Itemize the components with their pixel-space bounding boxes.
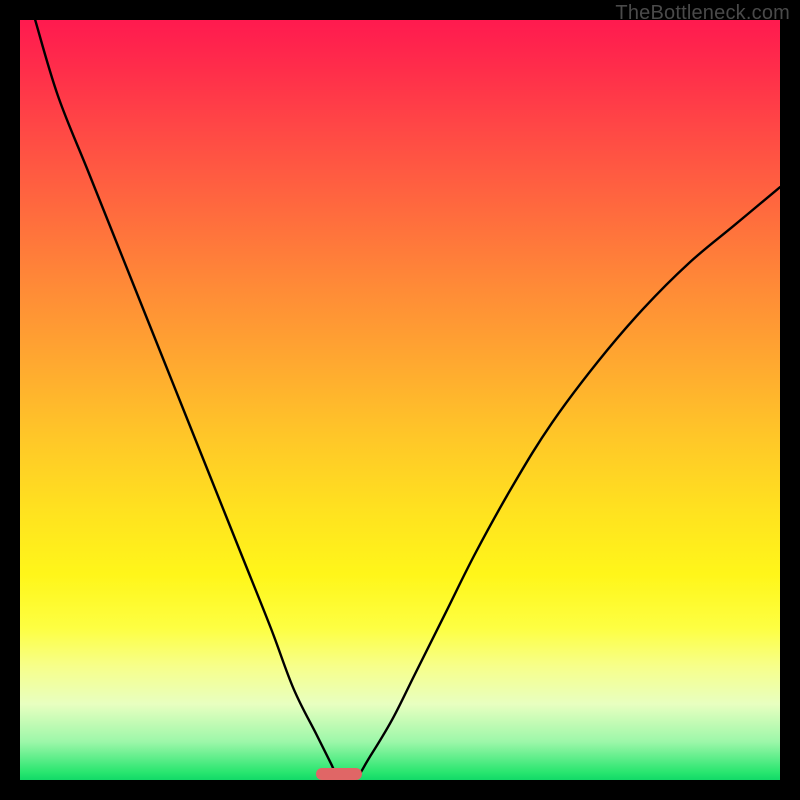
curve-layer — [20, 20, 780, 780]
plot-area — [20, 20, 780, 780]
watermark-text: TheBottleneck.com — [615, 2, 790, 25]
bottleneck-curve — [35, 20, 780, 780]
chart-frame: TheBottleneck.com — [0, 0, 800, 800]
optimum-marker — [316, 768, 362, 780]
